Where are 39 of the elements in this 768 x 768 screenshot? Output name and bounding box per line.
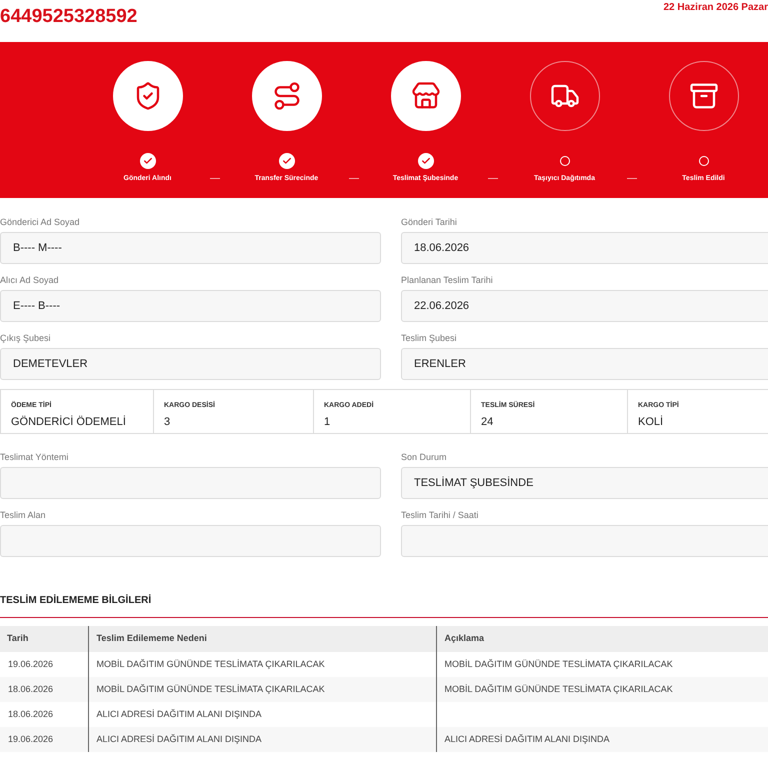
input-field[interactable]: 18.06.2026 [401, 232, 768, 264]
summary-value: 24 [481, 414, 494, 430]
field-label: Teslim Alan [0, 509, 47, 522]
field-label: Son Durum [401, 451, 448, 464]
field-label: Teslim Tarihi / Saati [401, 509, 480, 522]
column-header: Açıklama [436, 626, 768, 652]
field-label: Alıcı Ad Soyad [0, 274, 60, 287]
input-field[interactable] [0, 525, 381, 557]
field-label: Planlanan Teslim Tarihi [401, 274, 494, 287]
summary-value: 3 [164, 414, 172, 430]
field-label: Gönderi Tarihi [401, 216, 458, 229]
input-field[interactable]: TESLİMAT ŞUBESİNDE [401, 467, 768, 499]
date-text: 22 Haziran 2026 Pazar [663, 1, 768, 15]
field-label: Çıkış Şubesi [0, 332, 52, 345]
summary-value: 1 [324, 414, 332, 430]
table-cell: 19.06.2026 [0, 727, 88, 752]
summary-value: KOLİ [638, 414, 664, 430]
input-field[interactable]: 22.06.2026 [401, 290, 768, 322]
input-field[interactable] [0, 467, 381, 499]
column-header: Teslim Edilememe Nedeni [88, 626, 436, 652]
table-cell: ALICI ADRESİ DAĞITIM ALANI DIŞINDA [436, 727, 768, 752]
input-field[interactable]: B---- M---- [0, 232, 381, 264]
input-field[interactable]: DEMETEVLER [0, 348, 381, 380]
field-label: Teslim Şubesi [401, 332, 458, 345]
field-label: Teslimat Yöntemi [0, 451, 70, 464]
input-field[interactable]: ERENLER [401, 348, 768, 380]
column-header: Tarih [0, 626, 88, 652]
archive-box-icon [688, 81, 718, 111]
route-icon [272, 81, 302, 111]
table-cell: MOBİL DAĞITIM GÜNÜNDE TESLİMATA ÇIKARILACAK [436, 677, 768, 702]
tracking-number: 6449525328592 [0, 5, 138, 29]
summary-value: GÖNDERİCİ ÖDEMELİ [11, 414, 127, 430]
input-field[interactable] [401, 525, 768, 557]
table-cell: MOBİL DAĞITIM GÜNÜNDE TESLİMATA ÇIKARILACAK [436, 652, 768, 677]
store-icon [410, 81, 440, 111]
input-field[interactable]: E---- B---- [0, 290, 381, 322]
section-title: TESLİM EDİLEMEME BİLGİLERİ [0, 595, 152, 606]
field-label: Gönderici Ad Soyad [0, 216, 81, 229]
table-cell: ALICI ADRESİ DAĞITIM ALANI DIŞINDA [88, 727, 436, 752]
